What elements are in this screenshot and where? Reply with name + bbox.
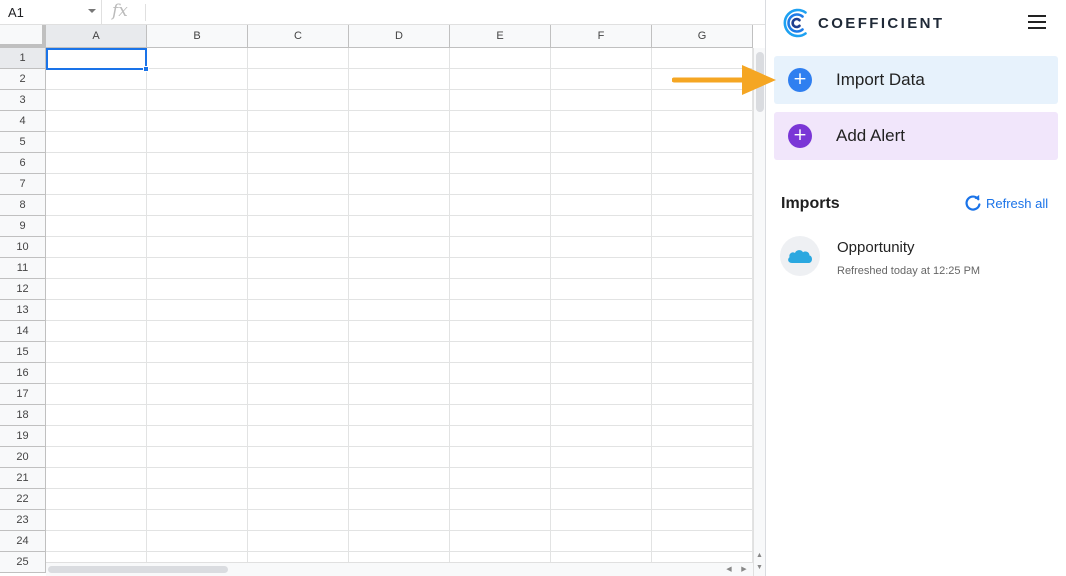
caret-down-icon[interactable]	[88, 9, 96, 13]
add-alert-label: Add Alert	[836, 126, 905, 145]
row-header[interactable]: 20	[0, 447, 46, 468]
spreadsheet: A1 fx ABCDEFG 1 2 3 4 5 6 7 8 9 10 11 12 13 14 15 16 17 1…	[0, 0, 766, 576]
row-header[interactable]: 7	[0, 174, 46, 195]
scroll-right-icon[interactable]: ▶	[737, 564, 751, 576]
row-header[interactable]: 12	[0, 279, 46, 300]
import-data-label: Import Data	[836, 70, 925, 89]
imports-heading: Imports	[781, 195, 840, 212]
row-header[interactable]: 18	[0, 405, 46, 426]
row-header[interactable]: 24	[0, 531, 46, 552]
column-header[interactable]: A	[46, 25, 147, 48]
row-header[interactable]: 22	[0, 489, 46, 510]
row-header[interactable]: 16	[0, 363, 46, 384]
row-header[interactable]: 4	[0, 111, 46, 132]
column-header[interactable]: D	[349, 25, 450, 48]
row-header[interactable]: 10	[0, 237, 46, 258]
horizontal-scroll-thumb[interactable]	[48, 566, 228, 573]
refresh-all-button[interactable]: Refresh all	[964, 194, 1048, 212]
row-header[interactable]: 2	[0, 69, 46, 90]
plus-circle-icon: +	[788, 124, 812, 148]
orange-arrow-icon	[672, 65, 776, 95]
row-header[interactable]: 6	[0, 153, 46, 174]
column-header[interactable]: E	[450, 25, 551, 48]
import-list-item[interactable]: Opportunity Refreshed today at 12:25 PM	[780, 236, 1056, 282]
row-header[interactable]: 15	[0, 342, 46, 363]
row-header[interactable]: 14	[0, 321, 46, 342]
select-all-corner[interactable]	[0, 25, 46, 48]
import-data-button[interactable]: + Import Data	[774, 56, 1058, 104]
vertical-scrollbar[interactable]	[753, 48, 765, 576]
coefficient-logo-icon	[783, 8, 807, 38]
name-box-value: A1	[8, 5, 24, 20]
scroll-down-icon[interactable]: ▼	[753, 562, 765, 574]
refresh-icon	[965, 194, 981, 211]
row-header[interactable]: 11	[0, 258, 46, 279]
salesforce-icon	[780, 236, 820, 276]
scroll-left-icon[interactable]: ◀	[722, 564, 736, 576]
cell-area[interactable]	[46, 48, 753, 576]
refresh-all-label: Refresh all	[986, 195, 1049, 211]
row-header[interactable]: 8	[0, 195, 46, 216]
row-header[interactable]: 21	[0, 468, 46, 489]
column-header[interactable]: B	[147, 25, 248, 48]
row-header[interactable]: 25	[0, 552, 46, 573]
column-header[interactable]: G	[652, 25, 753, 48]
brand: COEFFICIENT	[781, 6, 944, 40]
function-icon: fx	[112, 1, 128, 21]
row-header[interactable]: 3	[0, 90, 46, 111]
row-header[interactable]: 23	[0, 510, 46, 531]
formula-bar: A1 fx	[0, 0, 765, 25]
brand-name: COEFFICIENT	[818, 14, 945, 32]
row-header[interactable]: 17	[0, 384, 46, 405]
sheet-grid: ABCDEFG 1 2 3 4 5 6 7 8 9 10 11 12 13 14 15 16 17 18 19 20 2…	[0, 25, 765, 576]
horizontal-scrollbar[interactable]: ◀ ▶	[46, 562, 753, 576]
column-header[interactable]: C	[248, 25, 349, 48]
row-header[interactable]: 9	[0, 216, 46, 237]
import-status: Refreshed today at 12:25 PM	[837, 265, 981, 277]
row-header[interactable]: 5	[0, 132, 46, 153]
row-header[interactable]: 1	[0, 48, 46, 69]
plus-circle-icon: +	[788, 68, 812, 92]
add-alert-button[interactable]: + Add Alert	[774, 112, 1058, 160]
formula-divider	[145, 4, 146, 21]
row-header[interactable]: 19	[0, 426, 46, 447]
coefficient-sidebar: COEFFICIENT + Import Data + Add Alert Im…	[766, 0, 1066, 576]
active-cell-selection[interactable]	[46, 48, 147, 70]
hamburger-menu-icon[interactable]	[1028, 14, 1048, 30]
fill-handle[interactable]	[143, 66, 149, 72]
scroll-up-icon[interactable]: ▲	[753, 550, 765, 562]
row-header[interactable]: 13	[0, 300, 46, 321]
name-box[interactable]: A1	[0, 0, 102, 25]
column-header[interactable]: F	[551, 25, 652, 48]
import-name: Opportunity	[837, 239, 915, 256]
formula-input[interactable]	[152, 0, 752, 25]
